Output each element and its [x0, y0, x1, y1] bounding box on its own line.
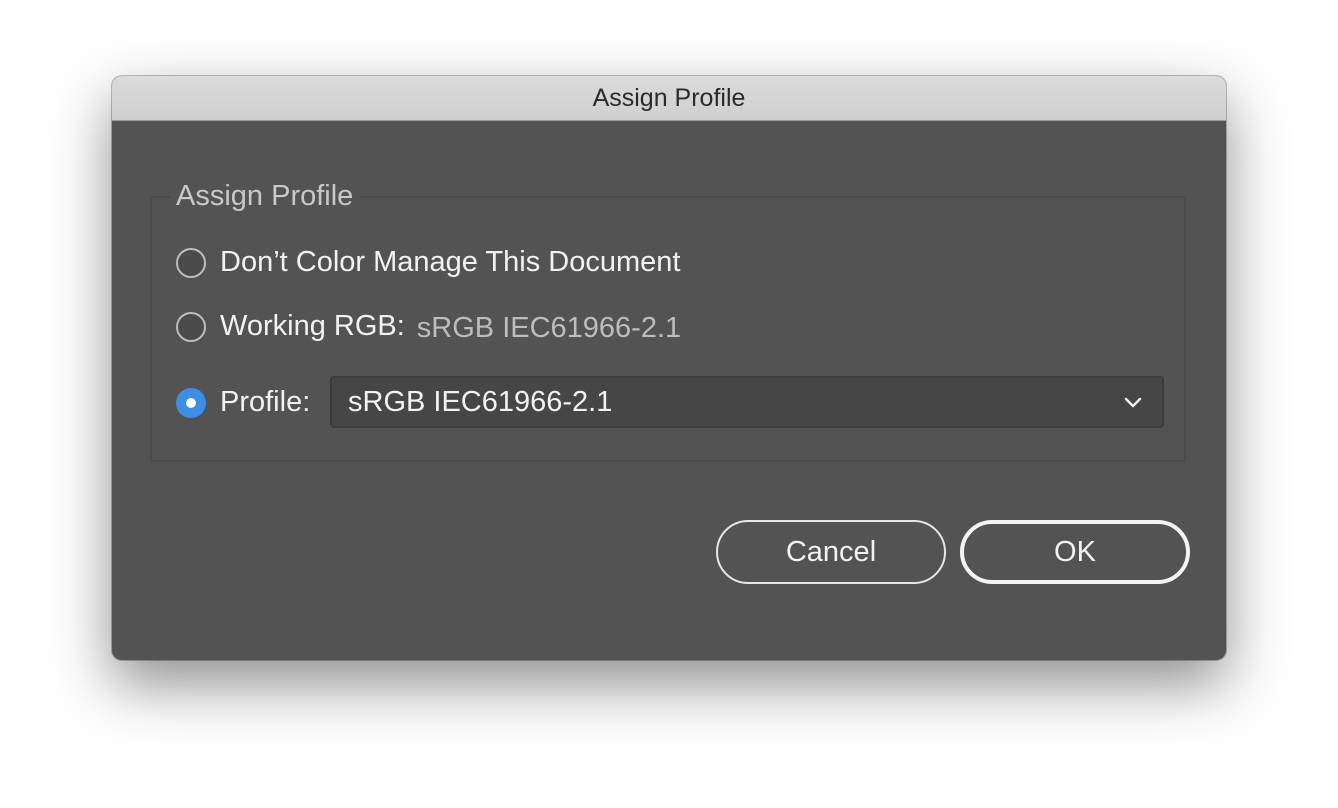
chevron-down-icon — [1124, 397, 1142, 408]
working-rgb-value: sRGB IEC61966-2.1 — [416, 312, 682, 344]
profile-select[interactable]: sRGB IEC61966-2.1 — [330, 376, 1164, 428]
profile-select-value: sRGB IEC61966-2.1 — [348, 385, 613, 418]
dialog-titlebar[interactable]: Assign Profile — [112, 76, 1226, 121]
option-working-rgb[interactable]: Working RGB: sRGB IEC61966-2.1 — [176, 308, 681, 345]
option-profile-label: Profile: — [220, 386, 311, 418]
option-dont-color-manage-label: Don’t Color Manage This Document — [220, 246, 681, 278]
option-profile[interactable]: Profile: — [176, 386, 310, 419]
cancel-button[interactable]: Cancel — [716, 520, 946, 584]
option-working-rgb-label: Working RGB: — [220, 310, 405, 342]
option-dont-color-manage[interactable]: Don’t Color Manage This Document — [176, 246, 680, 279]
ok-button[interactable]: OK — [960, 520, 1190, 584]
dialog-title: Assign Profile — [592, 83, 746, 112]
radio-working-rgb[interactable] — [176, 311, 206, 342]
screen: Assign Profile Assign Profile Don’t Colo… — [0, 0, 1338, 808]
radio-profile[interactable] — [176, 387, 206, 418]
group-legend: Assign Profile — [170, 180, 360, 213]
radio-dont-color-manage[interactable] — [176, 247, 206, 278]
assign-profile-dialog: Assign Profile Assign Profile Don’t Colo… — [112, 76, 1226, 660]
